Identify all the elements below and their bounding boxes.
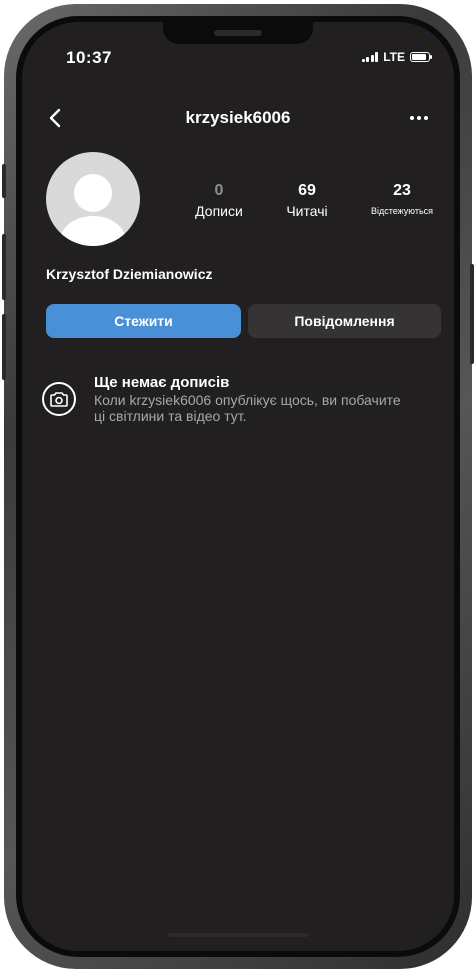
volume-down-button <box>2 314 6 380</box>
empty-state-text: Коли krzysiek6006 опублікує щось, ви поб… <box>94 392 401 424</box>
signal-icon <box>361 52 379 62</box>
followers-label: Читачі <box>286 203 328 219</box>
followers-stat[interactable]: 69 Читачі <box>274 182 340 220</box>
status-indicators: LTE <box>361 50 432 64</box>
speaker-grille <box>214 30 262 36</box>
phone-frame: 10:37 LTE krzysiek6006 0 Дописи 69 Читач… <box>2 4 474 969</box>
silent-switch <box>2 164 6 198</box>
profile-full-name: Krzysztof Dziemianowicz <box>46 266 213 282</box>
phone-bezel: 10:37 LTE krzysiek6006 0 Дописи 69 Читач… <box>16 16 460 957</box>
following-stat[interactable]: 23 Відстежуються <box>348 182 454 220</box>
notch <box>163 22 435 44</box>
posts-stat: 0 Дописи <box>184 182 254 220</box>
battery-icon <box>410 52 432 62</box>
volume-up-button <box>2 234 6 300</box>
profile-username-title: krzysiek6006 <box>185 108 291 127</box>
followers-count: 69 <box>298 182 316 199</box>
network-type: LTE <box>383 50 405 64</box>
default-avatar-head <box>74 174 112 212</box>
follow-button[interactable]: Стежити <box>46 304 241 338</box>
more-horizontal-icon[interactable] <box>406 106 432 130</box>
power-button <box>470 264 474 364</box>
front-camera <box>427 28 435 36</box>
message-button[interactable]: Повідомлення <box>248 304 441 338</box>
avatar[interactable] <box>46 152 140 246</box>
empty-state-title: Ще немає дописів <box>94 374 230 391</box>
default-avatar-body <box>60 216 126 246</box>
status-time: 10:37 <box>66 48 112 67</box>
camera-icon <box>42 382 76 416</box>
posts-count: 0 <box>214 182 224 199</box>
screen: 10:37 LTE krzysiek6006 0 Дописи 69 Читач… <box>22 22 454 951</box>
battery-fill <box>412 54 426 60</box>
posts-label: Дописи <box>195 203 243 219</box>
home-indicator[interactable] <box>168 933 308 937</box>
following-count: 23 <box>393 182 411 199</box>
following-label: Відстежуються <box>370 206 434 216</box>
